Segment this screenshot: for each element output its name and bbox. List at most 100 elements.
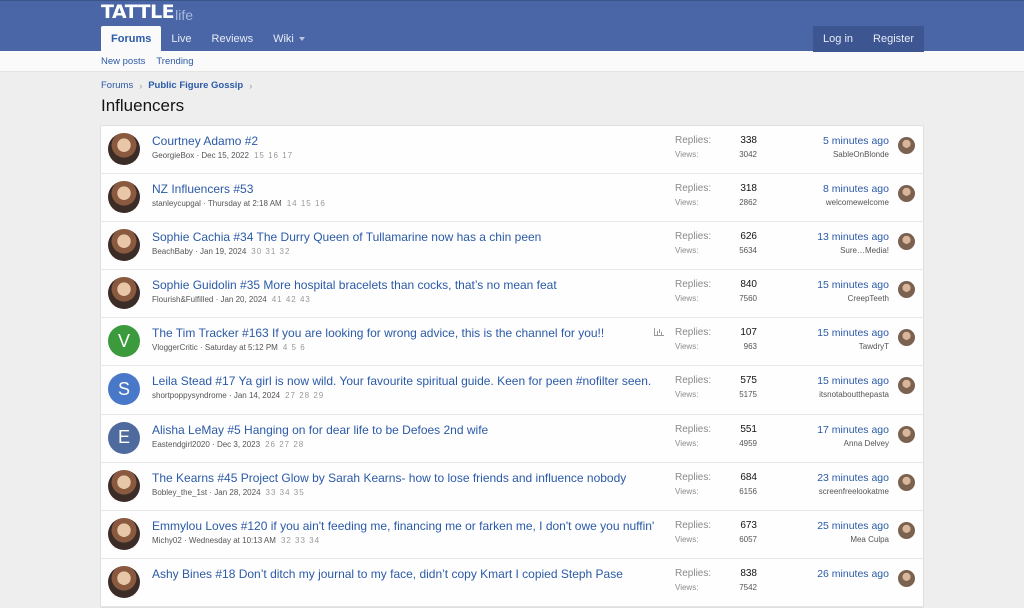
thread-date[interactable]: Dec 3, 2023 [217, 440, 260, 449]
thread-row[interactable]: The Kearns #45 Project Glow by Sarah Kea… [101, 463, 923, 511]
thread-row[interactable]: NZ Influencers #53 stanleycupgal · Thursd… [101, 174, 923, 223]
thread-title[interactable]: Leila Stead #17 Ya girl is now wild. You… [152, 374, 651, 388]
thread-title[interactable]: Courtney Adamo #2 [152, 134, 258, 148]
last-poster-avatar[interactable] [898, 329, 915, 347]
thread-meta [152, 584, 157, 593]
nav-tab-wiki[interactable]: Wiki [263, 26, 315, 52]
thread-author[interactable]: Eastendgirl2020 [152, 440, 210, 449]
author-avatar[interactable] [108, 565, 140, 598]
thread-date[interactable]: Jan 19, 2024 [200, 247, 246, 256]
thread-title[interactable]: Emmylou Loves #120 if you ain't feeding … [152, 519, 654, 533]
thread-date[interactable]: Wednesday at 10:13 AM [189, 536, 276, 545]
thread-author[interactable]: Michy02 [152, 536, 182, 545]
last-post-user[interactable]: Sure…Media! [840, 246, 889, 255]
thread-pages[interactable]: 27 28 29 [285, 391, 324, 400]
thread-pages[interactable]: 14 15 16 [287, 199, 326, 208]
thread-date[interactable]: Jan 28, 2024 [214, 488, 260, 497]
thread-author[interactable]: shortpoppysyndrome [152, 391, 227, 400]
last-post-user[interactable]: welcomewelcome [826, 198, 889, 207]
thread-row[interactable]: S Leila Stead #17 Ya girl is now wild. Yo… [101, 366, 923, 415]
breadcrumb-forums[interactable]: Forums [101, 80, 133, 91]
nav-tab-reviews[interactable]: Reviews [202, 26, 264, 52]
thread-author[interactable]: VloggerCritic [152, 343, 198, 352]
thread-title[interactable]: Sophie Cachia #34 The Durry Queen of Tul… [152, 230, 541, 244]
trending-link[interactable]: Trending [156, 56, 193, 67]
thread-pages[interactable]: 41 42 43 [272, 295, 311, 304]
last-post-time[interactable]: 23 minutes ago [817, 472, 889, 484]
last-post-time[interactable]: 15 minutes ago [817, 279, 889, 291]
thread-title[interactable]: The Tim Tracker #163 If you are looking … [152, 326, 604, 340]
avatar-letter: E [117, 427, 130, 448]
thread-row[interactable]: Sophie Cachia #34 The Durry Queen of Tul… [101, 222, 923, 271]
last-poster-avatar[interactable] [898, 137, 915, 154]
thread-author[interactable]: GeorgieBox [152, 151, 194, 160]
last-post-user[interactable]: Anna Delvey [844, 439, 889, 448]
author-avatar[interactable] [108, 229, 140, 262]
last-post-user[interactable]: SableOnBlonde [833, 150, 889, 159]
author-avatar[interactable]: V [108, 325, 140, 358]
author-avatar[interactable] [108, 469, 140, 502]
thread-title[interactable]: NZ Influencers #53 [152, 182, 253, 196]
login-button[interactable]: Log in [813, 26, 863, 52]
thread-pages[interactable]: 4 5 6 [283, 343, 306, 352]
last-post-user[interactable]: Mea Culpa [850, 535, 889, 544]
last-poster-avatar[interactable] [898, 473, 915, 491]
thread-pages[interactable]: 26 27 28 [265, 440, 304, 449]
thread-pages[interactable]: 33 34 35 [266, 488, 305, 497]
thread-author[interactable]: Flourish&Fulfilled [152, 295, 213, 304]
thread-author[interactable]: stanleycupgal [152, 199, 201, 208]
thread-pages[interactable]: 32 33 34 [281, 536, 320, 545]
thread-row[interactable]: Sophie Guidolin #35 More hospital bracel… [101, 270, 923, 319]
author-avatar[interactable] [108, 277, 140, 310]
last-post-user[interactable]: screenfreelookatme [819, 487, 889, 496]
nav-tab-forums[interactable]: Forums [101, 26, 162, 52]
last-poster-avatar[interactable] [898, 233, 915, 251]
register-button[interactable]: Register [863, 26, 924, 52]
last-poster-avatar[interactable] [898, 569, 915, 587]
site-logo[interactable]: TATTLE life [101, 1, 193, 23]
last-poster-avatar[interactable] [898, 521, 915, 539]
last-post-time[interactable]: 26 minutes ago [817, 568, 889, 580]
last-post-user[interactable]: TawdryT [859, 342, 889, 351]
last-post-time[interactable]: 5 minutes ago [823, 135, 889, 147]
last-post-time[interactable]: 8 minutes ago [823, 183, 889, 195]
thread-date[interactable]: Jan 14, 2024 [234, 391, 280, 400]
nav-tab-live[interactable]: Live [161, 26, 201, 52]
last-poster-avatar[interactable] [898, 425, 915, 443]
thread-author[interactable]: Bobley_the_1st [152, 488, 207, 497]
last-post-user[interactable]: CreepTeeth [848, 294, 889, 303]
thread-title[interactable]: Sophie Guidolin #35 More hospital bracel… [152, 278, 557, 292]
last-post-time[interactable]: 25 minutes ago [817, 520, 889, 532]
thread-pages[interactable]: 15 16 17 [254, 151, 293, 160]
thread-title[interactable]: Ashy Bines #18 Don’t ditch my journal to… [152, 567, 623, 581]
author-avatar[interactable] [108, 133, 140, 165]
thread-row[interactable]: V The Tim Tracker #163 If you are looking… [101, 318, 923, 367]
thread-date[interactable]: Saturday at 5:12 PM [205, 343, 278, 352]
thread-date[interactable]: Thursday at 2:18 AM [208, 199, 282, 208]
thread-pages[interactable]: 30 31 32 [251, 247, 290, 256]
thread-date[interactable]: Jan 20, 2024 [220, 295, 266, 304]
last-post-time[interactable]: 17 minutes ago [817, 424, 889, 436]
thread-title[interactable]: Alisha LeMay #5 Hanging on for dear life… [152, 423, 488, 437]
last-poster-avatar[interactable] [898, 185, 915, 203]
author-avatar[interactable] [108, 517, 140, 550]
breadcrumb-section[interactable]: Public Figure Gossip [148, 80, 243, 91]
thread-title[interactable]: The Kearns #45 Project Glow by Sarah Kea… [152, 471, 626, 485]
last-post-time[interactable]: 13 minutes ago [817, 231, 889, 243]
thread-row[interactable]: E Alisha LeMay #5 Hanging on for dear lif… [101, 415, 923, 463]
author-avatar[interactable] [108, 181, 140, 214]
last-post-time[interactable]: 15 minutes ago [817, 327, 889, 339]
author-avatar[interactable]: E [108, 421, 140, 454]
last-poster-avatar[interactable] [898, 281, 915, 299]
author-avatar[interactable]: S [108, 373, 140, 406]
new-posts-link[interactable]: New posts [101, 56, 145, 67]
thread-row[interactable]: Ashy Bines #18 Don’t ditch my journal to… [101, 559, 923, 607]
breadcrumb: Forums › Public Figure Gossip › [101, 80, 258, 91]
last-poster-avatar[interactable] [898, 377, 915, 395]
thread-date[interactable]: Dec 15, 2022 [201, 151, 249, 160]
thread-author[interactable]: BeachBaby [152, 247, 193, 256]
last-post-time[interactable]: 15 minutes ago [817, 375, 889, 387]
last-post-user[interactable]: itsnotaboutthepasta [819, 390, 889, 399]
thread-row[interactable]: Emmylou Loves #120 if you ain't feeding … [101, 511, 923, 559]
thread-row[interactable]: Courtney Adamo #2 GeorgieBox · Dec 15, 20… [101, 126, 923, 175]
